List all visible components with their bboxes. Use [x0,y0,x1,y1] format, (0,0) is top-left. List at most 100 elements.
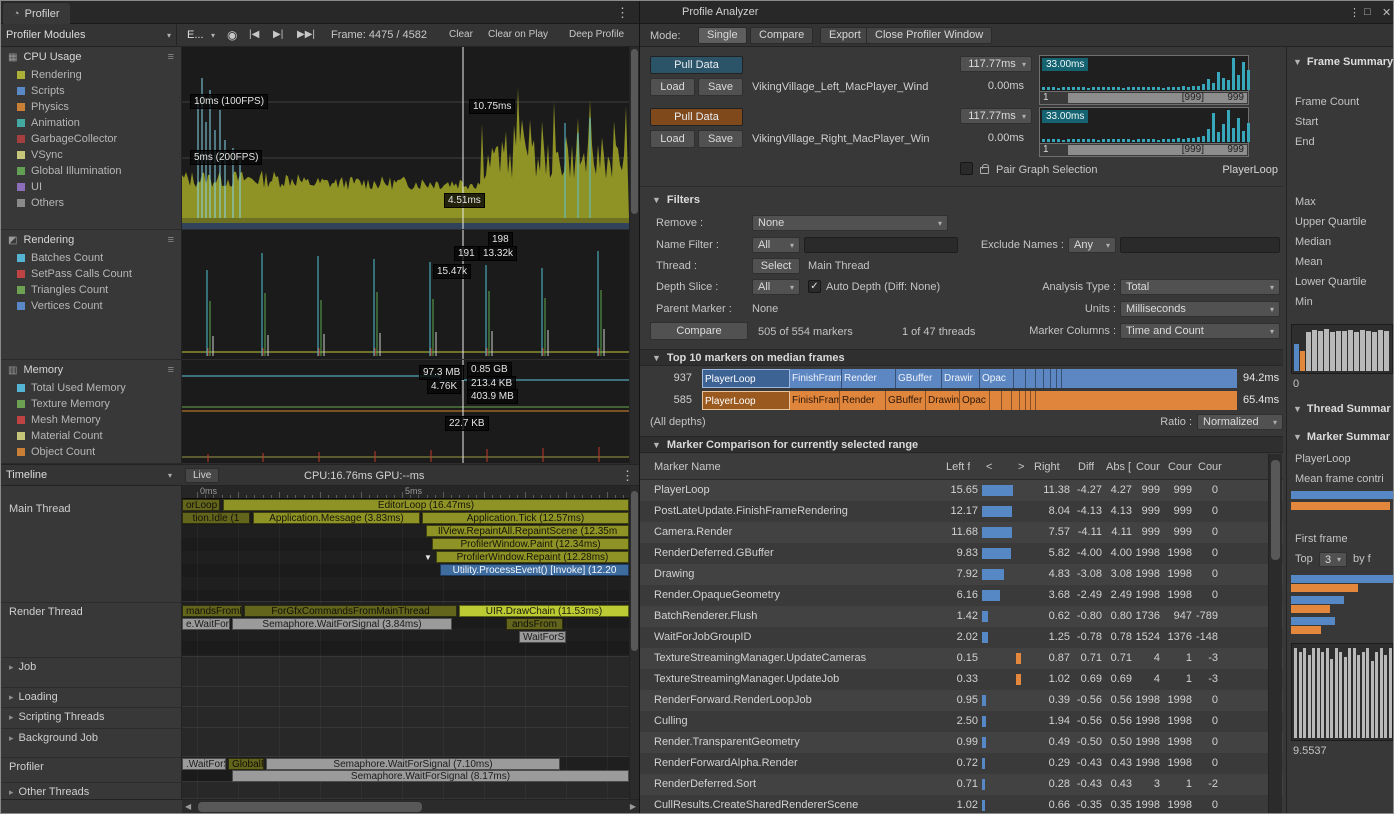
scroll-left-icon[interactable]: ◀ [185,802,191,811]
legend-item[interactable]: VSync [1,147,181,163]
top10-segment[interactable] [990,391,1002,410]
timeline-kebab-icon[interactable]: ⋮ [621,468,634,484]
timeline-span[interactable]: Application.Tick (12.57ms) [422,512,629,524]
timeline-span[interactable]: UIR.DrawChain (11.53ms) [459,605,629,617]
name-scope-dropdown[interactable]: All ▾ [752,237,800,253]
table-row[interactable]: RenderForwardAlpha.Render0.720.29-0.430.… [640,753,1283,774]
deep-profile-toggle[interactable]: Deep Profile [569,24,624,46]
record-button[interactable]: ◉ [227,24,237,46]
table-row[interactable]: TextureStreamingManager.UpdateCameras0.1… [640,648,1283,669]
legend-item[interactable]: Mesh Memory [1,412,181,428]
top10-segment[interactable]: PlayerLoop [702,369,790,388]
timeline-span[interactable]: WaitForSi [519,631,566,643]
col-left-bar[interactable]: < [986,454,992,480]
top10-segment[interactable] [1026,369,1036,388]
table-row[interactable]: PlayerLoop15.6511.38-4.274.279999990 [640,480,1283,501]
top10-header[interactable]: ▼ Top 10 markers on median frames [640,349,1283,366]
pull-data-button-right[interactable]: Pull Data [650,108,743,126]
top10-segment[interactable] [1044,369,1051,388]
exclude-names-input[interactable] [1120,237,1280,253]
timeline-span[interactable]: ProfilerWindow.Paint (12.34ms) [432,538,629,550]
table-row[interactable]: RenderDeferred.Sort0.710.28-0.430.4331-2 [640,774,1283,795]
timeline-hscrollbar-thumb[interactable] [198,802,422,812]
legend-item[interactable]: Texture Memory [1,396,181,412]
timeline-span[interactable]: Application.Message (3.83ms) [253,512,420,524]
exclude-scope-dropdown[interactable]: Any ▾ [1068,237,1116,253]
table-row[interactable]: WaitForJobGroupID2.021.25-0.780.78152413… [640,627,1283,648]
save-button-right[interactable]: Save [698,130,743,148]
analyzer-kebab-icon[interactable]: ⋮ [1349,6,1360,19]
timeline-span[interactable]: orLoop (1.6 [182,499,220,511]
close-icon[interactable]: ✕ [1382,6,1391,19]
frame-range-thumb-left[interactable] [1068,93,1247,103]
remove-dropdown[interactable]: None ▾ [752,215,948,231]
current-frame-button[interactable]: ▶▶| [297,24,315,46]
top10-segment[interactable]: Render [842,369,896,388]
top-n-dropdown[interactable]: 3 ▾ [1319,552,1347,567]
top10-segment[interactable]: GBuffer [886,391,926,410]
thread-label[interactable]: ▸Background Job [9,732,98,744]
top10-segment[interactable] [1012,391,1020,410]
timeline-span[interactable]: Semaphore.WaitForSignal (3.84ms) [232,618,452,630]
cpu-usage-chart[interactable]: 10ms (100FPS)5ms (200FPS)10.75ms4.51ms [182,47,629,230]
legend-item[interactable]: UI [1,179,181,195]
pair-graph-checkbox[interactable] [960,162,973,175]
legend-item[interactable]: Rendering [1,67,181,83]
legend-item[interactable]: Physics [1,99,181,115]
legend-item[interactable]: Animation [1,115,181,131]
col-abs-diff[interactable]: Abs [ [1106,454,1131,480]
compare-button[interactable]: Compare [650,322,748,340]
thread-label[interactable]: ▸Loading [9,691,58,703]
col-count-left[interactable]: Cour [1136,454,1160,480]
thread-label[interactable]: ▸Scripting Threads [9,711,105,723]
timeline-view-dropdown[interactable]: Timeline ▾ [1,467,177,483]
save-button-left[interactable]: Save [698,78,743,96]
module-menu-icon[interactable]: ≡ [168,364,174,376]
table-row[interactable]: Drawing7.924.83-3.083.08199819980 [640,564,1283,585]
table-row[interactable]: CullResults.CreateSharedRendererScene1.0… [640,795,1283,814]
profiler-window-kebab-icon[interactable]: ⋮ [616,5,629,21]
timeline-canvas[interactable]: 0ms5ms orLoop (1.6EditorLoop (16.47ms)ti… [182,486,629,799]
load-button-left[interactable]: Load [650,78,695,96]
timeline-span[interactable]: mandsFromM [182,605,242,617]
module-menu-icon[interactable]: ≡ [168,234,174,246]
legend-item[interactable]: Global Illumination [1,163,181,179]
col-diff[interactable]: Diff [1078,454,1094,480]
timeline-span[interactable]: Utility.ProcessEvent() [Invoke] (12.20 [440,564,629,576]
prev-frame-button[interactable]: |◀ [249,24,259,46]
timeline-span[interactable]: Semaphore.WaitForSignal (8.17ms) [232,770,629,782]
export-button[interactable]: Export [820,27,870,44]
filters-header[interactable]: ▼ Filters [652,194,700,206]
top10-segment[interactable]: FinishFram [790,369,842,388]
frame-range-thumb-right[interactable] [1068,145,1247,155]
frame-summary-header[interactable]: ▼ Frame Summary [1293,56,1393,68]
module-header[interactable]: ▥Memory≡ [1,360,181,380]
timeline-span[interactable]: GlobalP [228,758,264,770]
module-header[interactable]: ▦CPU Usage≡ [1,47,181,67]
units-dropdown[interactable]: Milliseconds ▾ [1120,301,1280,317]
load-button-right[interactable]: Load [650,130,695,148]
top10-segment[interactable]: Drawir [942,369,980,388]
legend-item[interactable]: Scripts [1,83,181,99]
timeline-span[interactable]: ForGfxCommandsFromMainThread [244,605,457,617]
analysis-type-dropdown[interactable]: Total ▾ [1120,279,1280,295]
table-row[interactable]: Render.TransparentGeometry0.990.49-0.500… [640,732,1283,753]
table-row[interactable]: Render.OpaqueGeometry6.163.68-2.492.4919… [640,585,1283,606]
max-time-dropdown-left[interactable]: 117.77ms ▾ [960,56,1032,72]
legend-item[interactable]: SetPass Calls Count [1,266,181,282]
depth-slice-dropdown[interactable]: All ▾ [752,279,800,295]
thread-label[interactable]: Profiler [9,761,44,773]
mode-compare-button[interactable]: Compare [750,27,813,44]
scroll-right-icon[interactable]: ▶ [630,802,636,811]
legend-item[interactable]: Vertices Count [1,298,181,314]
top10-bar[interactable]: PlayerLoopFinishFramRenderGBufferDrawinO… [702,391,1237,410]
timeline-span[interactable]: ProfilerWindow.Repaint (12.28ms) [436,551,629,563]
timeline-scrollbar-thumb[interactable] [631,491,638,651]
charts-scrollbar[interactable] [629,47,639,464]
top10-segment[interactable]: FinishFram [790,391,840,410]
top10-segment[interactable] [1036,369,1044,388]
close-profiler-window-button[interactable]: Close Profiler Window [866,27,992,44]
top10-segment[interactable]: PlayerLoop [702,391,790,410]
top10-segment[interactable]: Render [840,391,886,410]
timeline-scrollbar[interactable] [629,486,639,799]
